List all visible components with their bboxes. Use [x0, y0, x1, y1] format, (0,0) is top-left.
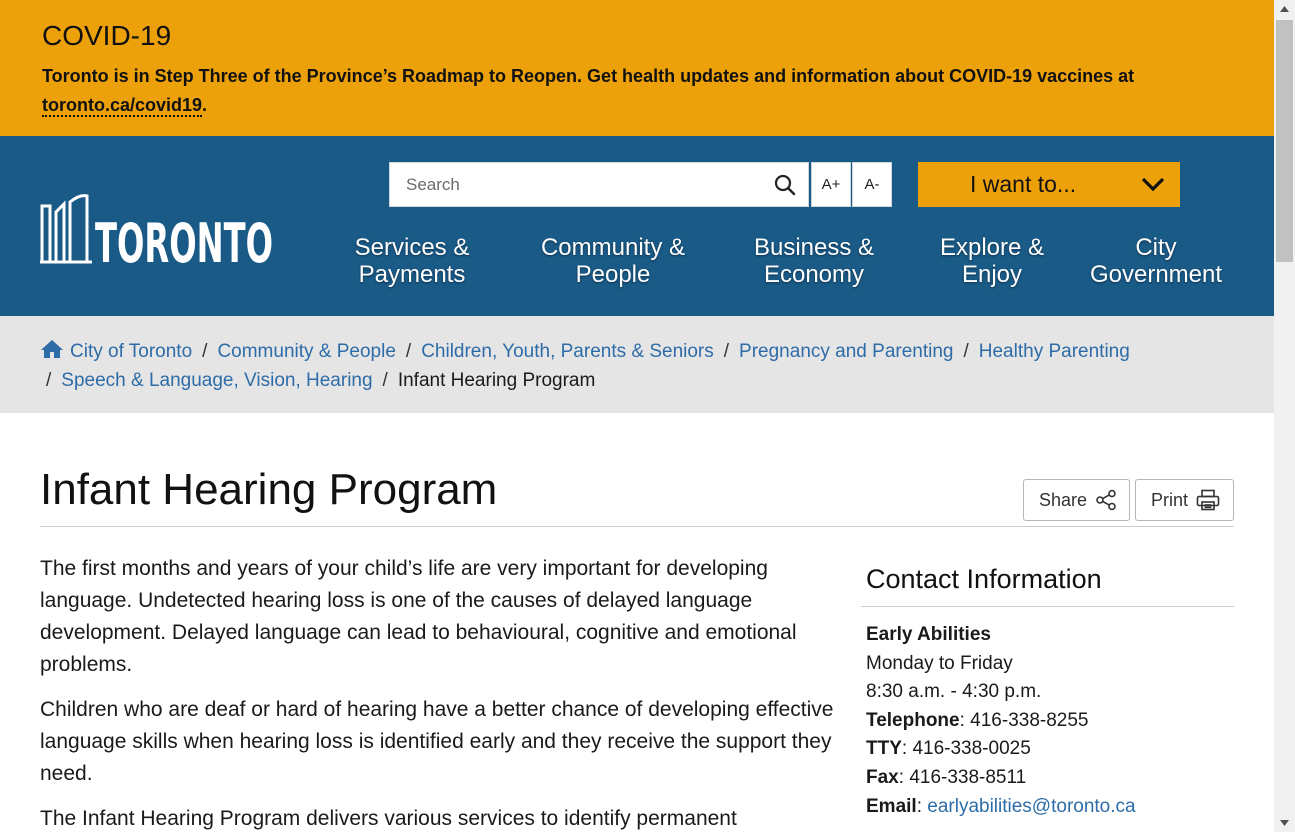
- breadcrumb-speech-language[interactable]: Speech & Language, Vision, Hearing: [61, 370, 372, 391]
- covid-banner: COVID-19 Toronto is in Step Three of the…: [0, 0, 1274, 136]
- breadcrumb-separator: /: [963, 341, 969, 362]
- breadcrumb-separator: /: [46, 370, 52, 391]
- chevron-down-icon: [1141, 177, 1165, 192]
- nav-city-line1: City: [1135, 234, 1177, 261]
- search-button[interactable]: [762, 163, 808, 206]
- title-divider: [40, 526, 1234, 527]
- toronto-logo[interactable]: TORONTO: [40, 192, 274, 275]
- scroll-down-icon: [1280, 820, 1289, 826]
- contact-fax-row: Fax: 416-338-8511: [866, 766, 1027, 788]
- telephone-value: 416-338-8255: [970, 709, 1089, 731]
- scroll-down-arrow[interactable]: [1274, 814, 1295, 832]
- search-box: [389, 162, 809, 207]
- share-button[interactable]: Share: [1023, 479, 1130, 521]
- contact-telephone-row: Telephone: 416-338-8255: [866, 709, 1089, 731]
- intro-paragraph: The first months and years of your child…: [40, 557, 797, 676]
- contact-tty-row: TTY: 416-338-0025: [866, 738, 1031, 760]
- breadcrumb: City of Toronto / Community & People / Child…: [0, 316, 1274, 413]
- search-icon: [774, 174, 796, 195]
- nav-explore-line1: Explore &: [939, 234, 1045, 261]
- contact-org: Early Abilities: [866, 624, 991, 645]
- page-title: Infant Hearing Program: [40, 465, 498, 514]
- nav-business-line2: Economy: [763, 261, 865, 288]
- fax-value: 416-338-8511: [909, 766, 1027, 788]
- page: COVID-19 Toronto is in Step Three of the…: [0, 0, 1295, 832]
- nav-explore-line2: Enjoy: [961, 261, 1023, 288]
- print-label: Print: [1151, 489, 1189, 510]
- early-identification-paragraph: Children who are deaf or hard of hearing…: [40, 698, 834, 785]
- nav-business-line1: Business &: [753, 234, 875, 261]
- contact-days: Monday to Friday: [866, 652, 1013, 674]
- breadcrumb-pregnancy-parenting[interactable]: Pregnancy and Parenting: [739, 341, 953, 362]
- nav-services-line2: Payments: [358, 261, 466, 288]
- scroll-up-icon: [1280, 6, 1289, 12]
- printer-icon: [1196, 489, 1220, 511]
- nav-community-line2: People: [575, 261, 651, 288]
- breadcrumb-separator: /: [723, 341, 730, 362]
- covid-heading: COVID-19: [42, 20, 172, 51]
- contact-heading: Contact Information: [861, 562, 1234, 607]
- breadcrumb-separator: /: [405, 341, 412, 362]
- nav-explore-enjoy[interactable]: Explore & Enjoy: [932, 234, 1052, 288]
- fax-label: Fax: [866, 766, 899, 788]
- contact-hours: 8:30 a.m. - 4:30 p.m.: [866, 681, 1042, 703]
- email-label: Email: [866, 795, 917, 817]
- breadcrumb-city-of-toronto[interactable]: City of Toronto: [70, 341, 192, 362]
- breadcrumb-healthy-parenting[interactable]: Healthy Parenting: [979, 341, 1130, 362]
- contact-information: Contact Information Early Abilities Mond…: [861, 562, 1234, 821]
- breadcrumb-children-youth[interactable]: Children, Youth, Parents & Seniors: [421, 341, 714, 362]
- tty-value: 416-338-0025: [912, 738, 1031, 760]
- nav-community-people[interactable]: Community & People: [531, 234, 695, 288]
- breadcrumb-current: Infant Hearing Program: [397, 370, 596, 391]
- covid-message: Toronto is in Step Three of the Province…: [42, 62, 1212, 120]
- breadcrumb-separator: /: [202, 341, 208, 362]
- i-want-to-dropdown[interactable]: I want to...: [918, 162, 1180, 207]
- search-input[interactable]: [390, 163, 760, 206]
- program-services-paragraph: The Infant Hearing Program delivers vari…: [40, 807, 737, 830]
- share-label: Share: [1039, 489, 1088, 510]
- telephone-label: Telephone: [866, 709, 960, 731]
- tty-label: TTY: [866, 738, 902, 760]
- contact-email-row: Email: earlyabilities@toronto.ca: [866, 795, 1136, 817]
- nav-city-government[interactable]: City Government: [1080, 234, 1232, 288]
- breadcrumb-separator: /: [382, 370, 388, 391]
- scrollbar-thumb[interactable]: [1276, 20, 1293, 262]
- share-icon: [1096, 489, 1116, 511]
- contact-details: Early Abilities Monday to Friday 8:30 a.…: [861, 621, 1234, 821]
- logo-wordmark: TORONTO: [95, 212, 273, 264]
- nav-community-line1: Community &: [540, 234, 686, 261]
- i-want-to-label: I want to...: [970, 171, 1077, 197]
- covid-link[interactable]: toronto.ca/covid19: [42, 95, 203, 117]
- font-decrease-button[interactable]: A-: [852, 162, 892, 207]
- nav-services-payments[interactable]: Services & Payments: [346, 234, 478, 288]
- site-header: TORONTO A+ A- I want to... Services & Pa…: [0, 136, 1274, 316]
- nav-city-line2: Government: [1089, 261, 1223, 288]
- scroll-up-arrow[interactable]: [1274, 0, 1295, 18]
- font-increase-button[interactable]: A+: [811, 162, 851, 207]
- viewport: COVID-19 Toronto is in Step Three of the…: [0, 0, 1274, 832]
- email-link[interactable]: earlyabilities@toronto.ca: [927, 796, 1135, 817]
- home-icon[interactable]: [40, 339, 64, 359]
- vertical-scrollbar[interactable]: [1274, 0, 1295, 832]
- covid-text-end: .: [202, 95, 208, 115]
- nav-business-economy[interactable]: Business & Economy: [745, 234, 883, 288]
- print-button[interactable]: Print: [1135, 479, 1234, 521]
- breadcrumb-community-people[interactable]: Community & People: [217, 341, 395, 362]
- nav-services-line1: Services &: [354, 234, 470, 261]
- main-content: The first months and years of your child…: [40, 553, 835, 832]
- covid-text: Toronto is in Step Three of the Province…: [42, 66, 1135, 86]
- toronto-logo-icon: TORONTO: [40, 194, 273, 275]
